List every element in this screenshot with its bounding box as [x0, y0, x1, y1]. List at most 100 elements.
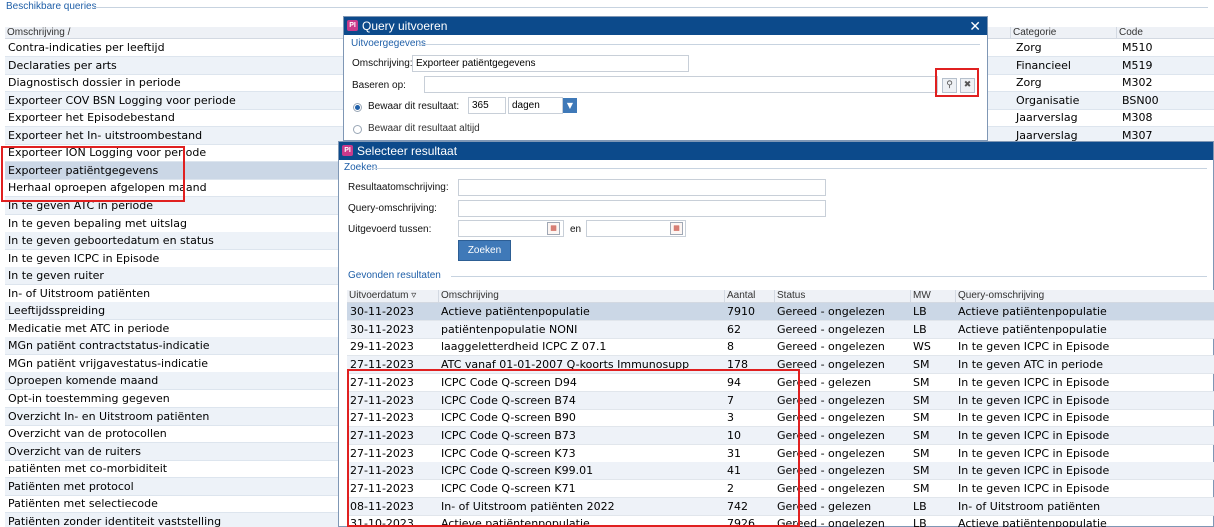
column-header-mw[interactable]: MW: [910, 290, 955, 302]
chevron-down-icon[interactable]: ▼: [563, 98, 577, 113]
result-row[interactable]: 27-11-2023 ICPC Code Q-screen B74 7 Gereed …: [347, 391, 1214, 410]
search-button[interactable]: Zoeken: [458, 240, 511, 261]
query-category: Zorg: [1016, 76, 1042, 90]
query-description: Medicatie met ATC in periode: [8, 321, 170, 335]
result-row[interactable]: 27-11-2023 ICPC Code Q-screen K71 2 Gereed …: [347, 480, 1214, 498]
column-header-code[interactable]: Code: [1116, 27, 1214, 39]
column-header-query-omschrijving[interactable]: Query-omschrijving: [955, 290, 1214, 302]
result-row[interactable]: 30-11-2023 Actieve patiëntenpopulatie 7910…: [347, 303, 1214, 321]
query-description: Herhaal oproepen afgelopen maand: [8, 181, 207, 195]
unit-select[interactable]: dagen: [508, 97, 563, 114]
result-description: ICPC Code Q-screen K99.01: [441, 464, 594, 478]
result-mw: LB: [913, 517, 927, 527]
dialog-titlebar[interactable]: PI Selecteer resultaat: [339, 142, 1213, 160]
query-description: Exporteer het In- uitstroombestand: [8, 128, 203, 142]
column-header-status[interactable]: Status: [774, 290, 910, 302]
result-status: Gereed - ongelezen: [777, 428, 885, 442]
result-row[interactable]: 08-11-2023 In- of Uitstroom patiënten 202…: [347, 497, 1214, 516]
result-status: Gereed - ongelezen: [777, 517, 885, 527]
query-description: In te geven ICPC in Episode: [8, 251, 160, 265]
result-status: Gereed - ongelezen: [777, 411, 885, 425]
query-description: Overzicht van de ruiters: [8, 444, 141, 458]
keep-result-label: Bewaar dit resultaat:: [368, 101, 460, 112]
base-on-label: Baseren op:: [352, 80, 406, 91]
result-description-field[interactable]: [458, 179, 826, 196]
results-header: Uitvoerdatum ▿ Omschrijving Aantal Statu…: [347, 290, 1214, 303]
column-header-uitvoerdatum[interactable]: Uitvoerdatum ▿: [347, 290, 438, 302]
search-icon[interactable]: ⚲: [942, 78, 957, 93]
result-description: ATC vanaf 01-01-2007 Q-koorts Immunosupp: [441, 358, 690, 372]
result-mw: SM: [913, 375, 930, 389]
result-description: Actieve patiëntenpopulatie: [441, 305, 590, 318]
keep-days-radio[interactable]: [353, 103, 362, 112]
keep-days-field[interactable]: 365: [468, 97, 506, 114]
result-row[interactable]: 27-11-2023 ICPC Code Q-screen B90 3 Gereed …: [347, 409, 1214, 428]
result-date: 30-11-2023: [350, 322, 414, 336]
result-description: ICPC Code Q-screen D94: [441, 375, 577, 389]
result-mw: LB: [913, 305, 927, 318]
result-count: 31: [727, 446, 741, 460]
result-mw: SM: [913, 358, 930, 372]
query-code: M308: [1122, 111, 1153, 125]
result-row[interactable]: 27-11-2023 ICPC Code Q-screen B73 10 Gereed…: [347, 426, 1214, 445]
keep-always-label: Bewaar dit resultaat altijd: [368, 123, 480, 134]
result-count: 41: [727, 464, 741, 478]
calendar-icon[interactable]: ▦: [670, 222, 683, 235]
column-header-omschrijving[interactable]: Omschrijving: [438, 290, 724, 302]
query-description: Patiënten zonder identiteit vaststelling: [8, 514, 222, 527]
result-row[interactable]: 27-11-2023 ICPC Code Q-screen K73 31 Gereed…: [347, 445, 1214, 463]
result-date: 27-11-2023: [350, 358, 414, 372]
query-description-label: Query-omschrijving:: [348, 203, 437, 214]
result-date: 29-11-2023: [350, 340, 414, 354]
result-date: 27-11-2023: [350, 446, 414, 460]
query-description: Overzicht In- en Uitstroom patiënten: [8, 409, 210, 423]
result-date: 30-11-2023: [350, 305, 414, 318]
result-description: ICPC Code Q-screen B90: [441, 411, 576, 425]
result-description: ICPC Code Q-screen K73: [441, 446, 576, 460]
query-list-header-right: Categorie Code: [988, 27, 1214, 39]
query-list-header: Omschrijving /: [5, 27, 343, 39]
query-description: In te geven ATC in periode: [8, 198, 154, 212]
query-description: Exporteer het Episodebestand: [8, 111, 175, 125]
query-description: In te geven bepaling met uitslag: [8, 216, 187, 230]
column-header-categorie[interactable]: Categorie: [1010, 27, 1116, 39]
result-row[interactable]: 30-11-2023 patiëntenpopulatie NONI 62 Geree…: [347, 320, 1214, 339]
result-row[interactable]: 27-11-2023 ICPC Code Q-screen K99.01 41 Ger…: [347, 462, 1214, 481]
query-code: BSN00: [1122, 93, 1159, 107]
clear-icon[interactable]: ✖: [960, 78, 975, 93]
query-description: Patiënten met protocol: [8, 479, 134, 493]
result-date: 08-11-2023: [350, 499, 414, 513]
result-count: 742: [727, 499, 748, 513]
result-row[interactable]: 29-11-2023 laaggeletterdheid ICPC Z 07.1 8…: [347, 338, 1214, 357]
result-status: Gereed - ongelezen: [777, 446, 885, 460]
result-description: Actieve patiëntenpopulatie: [441, 517, 590, 527]
result-row[interactable]: 31-10-2023 Actieve patiëntenpopulatie 7926…: [347, 515, 1214, 527]
result-status: Gereed - ongelezen: [777, 482, 885, 495]
keep-always-radio[interactable]: [353, 125, 362, 134]
column-header-aantal[interactable]: Aantal: [724, 290, 774, 302]
dialog-titlebar[interactable]: PI Query uitvoeren ✕: [344, 17, 987, 35]
dialog-title: Query uitvoeren: [362, 19, 448, 33]
result-date: 27-11-2023: [350, 393, 414, 407]
result-description-label: Resultaatomschrijving:: [348, 182, 449, 193]
result-row[interactable]: 27-11-2023 ATC vanaf 01-01-2007 Q-koorts …: [347, 356, 1214, 375]
result-date: 31-10-2023: [350, 517, 414, 527]
close-icon[interactable]: ✕: [969, 17, 981, 35]
base-on-field[interactable]: [424, 76, 938, 93]
result-mw: LB: [913, 322, 927, 336]
query-description: Patiënten met selectiecode: [8, 497, 158, 511]
calendar-icon[interactable]: ▦: [547, 222, 560, 235]
query-category: Zorg: [1016, 41, 1042, 54]
dialog-title: Selecteer resultaat: [357, 144, 458, 158]
description-field[interactable]: Exporteer patiëntgegevens: [412, 55, 689, 72]
column-header-omschrijving[interactable]: Omschrijving /: [5, 27, 343, 39]
query-code: M519: [1122, 58, 1153, 72]
result-description: ICPC Code Q-screen B74: [441, 393, 576, 407]
result-status: Gereed - ongelezen: [777, 305, 885, 318]
and-label: en: [570, 224, 582, 235]
query-description-field[interactable]: [458, 200, 826, 217]
query-description: MGn patiënt vrijgavestatus-indicatie: [8, 356, 209, 370]
result-query-description: In te geven ICPC in Episode: [958, 375, 1110, 389]
section-title: Beschikbare queries: [6, 1, 97, 12]
result-row[interactable]: 27-11-2023 ICPC Code Q-screen D94 94 Gereed…: [347, 374, 1214, 392]
